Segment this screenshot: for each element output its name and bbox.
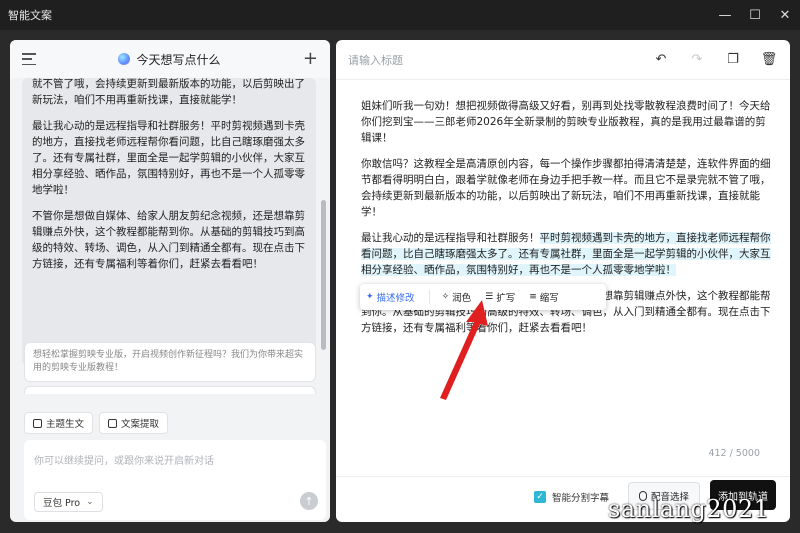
chat-input-placeholder: 你可以继续提问，或跟你来说开启新对话 [34, 456, 214, 467]
suggestion-card[interactable]: 想轻松掌握剪映专业版，开启视频创作新征程吗？我们为你带来超实用的剪映专业版教程！ [24, 342, 316, 382]
chevron-down-icon: ⌄ [86, 497, 94, 507]
editor-header: 请输入标题 ↶ ↷ ❐ 🗑 [336, 40, 790, 80]
quick-actions: 主题生文 文案提取 [24, 412, 174, 434]
doc-paragraph: 姐妹们听我一句劝！想把视频做得高级又好看，别再到处找零散教程浪费时间了！今天给你… [361, 100, 771, 144]
doc-text: 最让我心动的是远程指导和社群服务！ [361, 232, 540, 244]
assistant-orb-icon [118, 53, 131, 65]
chat-title-text: 今天想写点什么 [136, 52, 221, 67]
doc-paragraph: 你敢信吗？这教程全是高清原创内容，每一个操作步骤都拍得清清楚楚，连软件界面的细节… [361, 158, 771, 218]
chip-label: 文案提取 [121, 419, 160, 430]
send-button[interactable]: ↑ [300, 492, 318, 510]
char-counter: 412 / 5000 [708, 448, 760, 459]
checkbox-checked-icon: ✓ [534, 491, 546, 503]
smart-subtitle-label: 智能分割字幕 [552, 493, 610, 504]
model-label: 豆包 Pro [43, 498, 81, 509]
menu-icon[interactable] [22, 53, 36, 65]
shorten-icon: ≡ [529, 292, 537, 302]
window-controls: — ☐ ✕ [710, 0, 800, 30]
close-button[interactable]: ✕ [770, 0, 800, 30]
suggestion-card-next[interactable] [24, 386, 316, 394]
undo-icon[interactable]: ↶ [652, 51, 670, 69]
chat-panel: 今天想写点什么 + 就不管了哦，会持续更新到最新版本的功能，以后剪映出了新玩法，… [10, 40, 330, 522]
window-title: 智能文案 [8, 9, 52, 22]
doc-paragraph: 最让我心动的是远程指导和社群服务！平时剪视频遇到卡壳的地方，直接找老师远程帮你看… [361, 230, 771, 278]
shorten-button[interactable]: ≡ 缩写 [529, 290, 559, 304]
title-bar: 智能文案 — ☐ ✕ [0, 0, 800, 30]
topic-generate-chip[interactable]: 主题生文 [24, 412, 94, 434]
popup-label: 扩写 [496, 293, 516, 304]
sparkle-icon: ✦ [366, 292, 374, 302]
maximize-button[interactable]: ☐ [740, 0, 770, 30]
annotation-arrow [440, 300, 488, 400]
assistant-message: 就不管了哦，会持续更新到最新版本的功能，以后剪映出了新玩法，咱们不用再重新找课，… [22, 78, 316, 366]
smart-subtitle-toggle[interactable]: ✓ 智能分割字幕 [534, 490, 609, 504]
chip-label: 主题生文 [46, 419, 85, 430]
copy-icon[interactable]: ❐ [724, 51, 742, 69]
redo-icon[interactable]: ↷ [688, 51, 706, 69]
minimize-button[interactable]: — [710, 0, 740, 30]
message-paragraph: 最让我心动的是远程指导和社群服务！平时剪视频遇到卡壳的地方，直接找老师远程帮你看… [32, 120, 305, 196]
text-extract-chip[interactable]: 文案提取 [99, 412, 169, 434]
popup-label: 描述修改 [376, 293, 415, 304]
popup-label: 缩写 [539, 293, 559, 304]
model-select[interactable]: 豆包 Pro ⌄ [34, 492, 103, 512]
chat-header: 今天想写点什么 + [10, 40, 330, 78]
topic-icon [33, 418, 42, 428]
chat-input[interactable]: 你可以继续提问，或跟你来说开启新对话 豆包 Pro ⌄ ↑ [24, 440, 326, 520]
describe-edit-button[interactable]: ✦ 描述修改 [366, 290, 415, 304]
editor-panel: 请输入标题 ↶ ↷ ❐ 🗑 姐妹们听我一句劝！想把视频做得高级又好看，别再到处找… [336, 40, 790, 522]
delete-icon[interactable]: 🗑 [760, 51, 778, 69]
message-paragraph: 不管你是想做自媒体、给家人朋友剪纪念视频，还是想靠剪辑赚点外快，这个教程都能帮到… [32, 210, 305, 270]
message-paragraph: 就不管了哦，会持续更新到最新版本的功能，以后剪映出了新玩法，咱们不用再重新找课，… [32, 78, 305, 106]
watermark: sanlang2021 [608, 495, 770, 523]
chat-scrollbar[interactable] [321, 200, 326, 350]
content-area: 今天想写点什么 + 就不管了哦，会持续更新到最新版本的功能，以后剪映出了新玩法，… [0, 30, 800, 533]
extract-icon [108, 418, 118, 428]
title-input[interactable]: 请输入标题 [348, 52, 403, 68]
new-chat-button[interactable]: + [303, 50, 318, 68]
divider [428, 290, 430, 304]
chat-title: 今天想写点什么 [118, 51, 220, 68]
editor-tools: ↶ ↷ ❐ 🗑 [634, 51, 778, 69]
